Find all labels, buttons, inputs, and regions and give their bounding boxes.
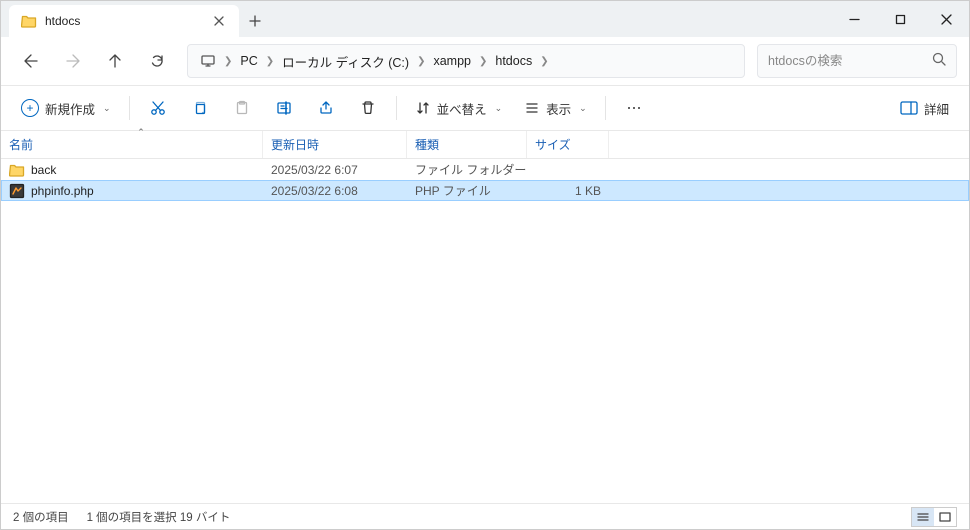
close-window-button[interactable] <box>923 1 969 37</box>
share-button[interactable] <box>306 91 346 125</box>
sort-button[interactable]: 並べ替え ⌄ <box>405 91 513 125</box>
search-input[interactable] <box>768 54 932 68</box>
php-file-icon <box>9 183 25 199</box>
pc-icon[interactable] <box>194 47 222 75</box>
file-type: ファイル フォルダー <box>407 161 527 178</box>
up-button[interactable] <box>97 43 133 79</box>
file-date: 2025/03/22 6:08 <box>263 184 407 198</box>
details-view-button[interactable] <box>912 508 934 526</box>
header-name[interactable]: 名前 ⌃ <box>1 131 263 158</box>
titlebar: htdocs <box>1 1 969 37</box>
paste-button[interactable] <box>222 91 262 125</box>
breadcrumb-disk[interactable]: ローカル ディスク (C:) <box>276 47 415 75</box>
toolbar: + 新規作成 ⌄ 並べ替え ⌄ 表示 ⌄ 詳細 <box>1 85 969 131</box>
list-item[interactable]: phpinfo.php 2025/03/22 6:08 PHP ファイル 1 K… <box>1 180 969 201</box>
header-size[interactable]: サイズ <box>527 131 609 158</box>
sort-indicator-icon: ⌃ <box>137 127 145 138</box>
file-type: PHP ファイル <box>407 182 527 199</box>
rename-button[interactable] <box>264 91 304 125</box>
chevron-down-icon: ⌄ <box>103 103 111 114</box>
chevron-right-icon[interactable]: ❯ <box>538 56 550 67</box>
search-icon[interactable] <box>932 52 946 71</box>
file-date: 2025/03/22 6:07 <box>263 163 407 177</box>
search-box[interactable] <box>757 44 957 78</box>
address-bar[interactable]: ❯ PC ❯ ローカル ディスク (C:) ❯ xampp ❯ htdocs ❯ <box>187 44 745 78</box>
chevron-right-icon[interactable]: ❯ <box>477 56 489 67</box>
chevron-right-icon[interactable]: ❯ <box>264 56 276 67</box>
maximize-button[interactable] <box>877 1 923 37</box>
status-selection: 1 個の項目を選択 19 バイト <box>87 509 231 525</box>
copy-button[interactable] <box>180 91 220 125</box>
chevron-right-icon[interactable]: ❯ <box>415 56 427 67</box>
file-list: back 2025/03/22 6:07 ファイル フォルダー phpinfo.… <box>1 159 969 503</box>
forward-button[interactable] <box>55 43 91 79</box>
thumbnails-view-button[interactable] <box>934 508 956 526</box>
view-label: 表示 <box>546 99 571 118</box>
cut-button[interactable] <box>138 91 178 125</box>
close-tab-icon[interactable] <box>211 13 227 29</box>
file-name: phpinfo.php <box>31 184 94 198</box>
navbar: ❯ PC ❯ ローカル ディスク (C:) ❯ xampp ❯ htdocs ❯ <box>1 37 969 85</box>
delete-button[interactable] <box>348 91 388 125</box>
view-button[interactable]: 表示 ⌄ <box>514 91 597 125</box>
tab-htdocs[interactable]: htdocs <box>9 5 239 37</box>
chevron-down-icon: ⌄ <box>579 103 587 114</box>
header-type[interactable]: 種類 <box>407 131 527 158</box>
minimize-button[interactable] <box>831 1 877 37</box>
folder-icon <box>21 13 37 29</box>
breadcrumb-htdocs[interactable]: htdocs <box>489 47 538 75</box>
window-controls <box>831 1 969 37</box>
more-button[interactable] <box>614 91 654 125</box>
file-size: 1 KB <box>527 184 609 198</box>
new-tab-button[interactable] <box>239 5 271 37</box>
sort-label: 並べ替え <box>437 99 487 118</box>
chevron-down-icon: ⌄ <box>495 103 503 114</box>
chevron-right-icon[interactable]: ❯ <box>222 56 234 67</box>
tab-title: htdocs <box>45 14 203 28</box>
status-item-count: 2 個の項目 <box>13 509 69 525</box>
plus-circle-icon: + <box>21 99 39 117</box>
back-button[interactable] <box>13 43 49 79</box>
details-pane-button[interactable]: 詳細 <box>890 91 959 125</box>
file-name: back <box>31 163 56 177</box>
new-button[interactable]: + 新規作成 ⌄ <box>11 91 121 125</box>
header-date[interactable]: 更新日時 <box>263 131 407 158</box>
folder-icon <box>9 162 25 178</box>
list-item[interactable]: back 2025/03/22 6:07 ファイル フォルダー <box>1 159 969 180</box>
breadcrumb-xampp[interactable]: xampp <box>427 47 477 75</box>
breadcrumb-pc[interactable]: PC <box>234 47 263 75</box>
status-bar: 2 個の項目 1 個の項目を選択 19 バイト <box>1 503 969 529</box>
new-label: 新規作成 <box>45 99 95 118</box>
refresh-button[interactable] <box>139 43 175 79</box>
details-label: 詳細 <box>924 99 949 118</box>
column-headers: 名前 ⌃ 更新日時 種類 サイズ <box>1 131 969 159</box>
view-mode-toggle <box>911 507 957 527</box>
